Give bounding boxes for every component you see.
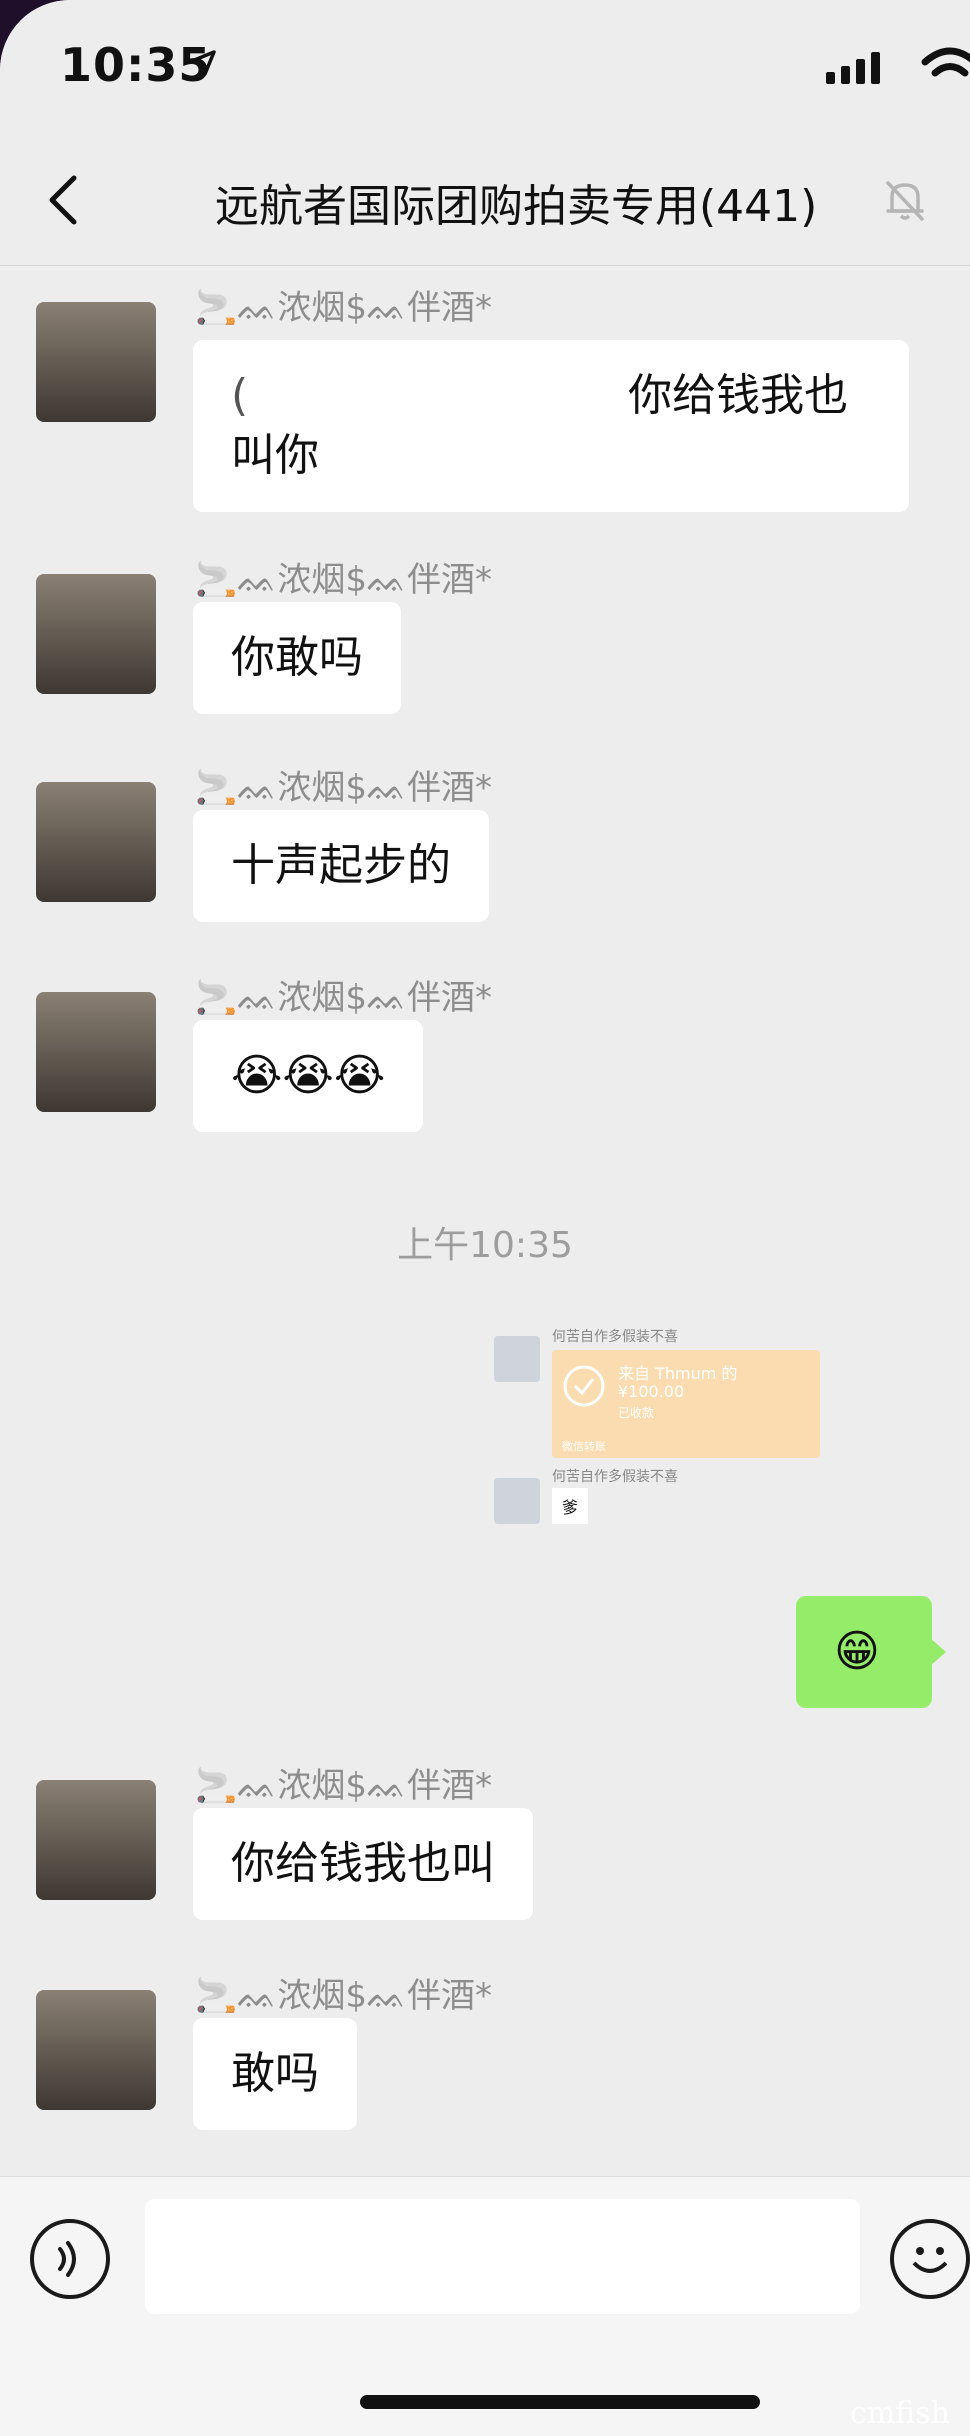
status-bar: 10:35 — [0, 0, 970, 130]
back-button[interactable] — [40, 170, 90, 230]
transfer-footer: 微信转账 — [562, 1440, 606, 1453]
embedded-avatar — [494, 1478, 540, 1524]
emoji-button[interactable] — [890, 2219, 970, 2299]
message-input[interactable] — [145, 2199, 860, 2314]
embedded-sender: 何苦自作多假装不喜 — [552, 1329, 678, 1345]
message-text: 你敢吗 — [231, 632, 363, 683]
message-text: 敢吗 — [231, 2048, 319, 2099]
voice-icon — [58, 2241, 76, 2277]
embedded-transfer-card: 来自 Thmum 的 ¥100.00 已收款 微信转账 — [552, 1350, 820, 1458]
sender-name: 🚬ᨐ浓烟$ᨐ伴酒* — [195, 288, 493, 328]
avatar[interactable] — [36, 574, 156, 694]
cellular-signal-icon — [826, 52, 880, 84]
message-text: 你给钱我也叫 — [231, 1838, 495, 1889]
mute-bell-icon — [886, 181, 924, 221]
transfer-status: 已收款 — [618, 1406, 655, 1420]
voice-input-button[interactable] — [30, 2219, 110, 2299]
home-indicator[interactable] — [360, 2395, 760, 2409]
avatar[interactable] — [36, 992, 156, 1112]
embedded-reply: 爹 — [552, 1488, 589, 1524]
avatar[interactable] — [36, 1780, 156, 1900]
bubble-tail-icon — [930, 1638, 946, 1666]
message-text: 你给钱我也叫你 — [231, 370, 849, 481]
message-bubble[interactable]: 你敢吗 — [193, 602, 401, 714]
sender-name: 🚬ᨐ浓烟$ᨐ伴酒* — [195, 978, 493, 1018]
input-bar: cmfish — [0, 2176, 970, 2436]
message-prefix: ( — [231, 370, 249, 421]
chat-title: 远航者国际团购拍卖专用(441) — [215, 181, 818, 232]
sender-name: 🚬ᨐ浓烟$ᨐ伴酒* — [195, 1766, 493, 1806]
message-list[interactable]: 🚬ᨐ浓烟$ᨐ伴酒* (你给钱我也叫你 🚬ᨐ浓烟$ᨐ伴酒* 你敢吗 🚬ᨐ浓烟$ᨐ伴… — [0, 266, 970, 2176]
message-bubble-self[interactable]: 😁 — [796, 1596, 932, 1708]
message-text: 😭😭😭 — [231, 1050, 386, 1101]
chat-screen: 10:35 远航者国际团购拍卖专用(441) 🚬ᨐ浓烟$ᨐ伴酒* (你给钱我也… — [0, 0, 970, 2436]
smiley-icon — [912, 2247, 948, 2273]
sender-name: 🚬ᨐ浓烟$ᨐ伴酒* — [195, 1976, 493, 2016]
message-bubble[interactable]: 敢吗 — [193, 2018, 357, 2130]
embedded-sender: 何苦自作多假装不喜 — [552, 1469, 678, 1485]
wifi-icon — [921, 47, 970, 77]
shared-screenshot-image[interactable]: 何苦自作多假装不喜 来自 Thmum 的 ¥100.00 已收款 微信转账 何苦… — [490, 1326, 850, 1576]
avatar[interactable] — [36, 1990, 156, 2110]
check-circle-icon — [563, 1365, 605, 1407]
message-text: 😁 — [834, 1626, 880, 1677]
avatar[interactable] — [36, 302, 156, 422]
chat-header: 远航者国际团购拍卖专用(441) — [0, 130, 970, 266]
message-timestamp: 上午10:35 — [397, 1225, 573, 1266]
message-bubble[interactable]: 😭😭😭 — [193, 1020, 424, 1132]
sender-name: 🚬ᨐ浓烟$ᨐ伴酒* — [195, 768, 493, 808]
message-bubble[interactable]: 你给钱我也叫 — [193, 1808, 533, 1920]
watermark: cmfish — [850, 2396, 950, 2431]
location-arrow-icon — [190, 50, 216, 76]
transfer-title: 来自 Thmum 的 — [618, 1364, 738, 1383]
message-text: 十声起步的 — [231, 840, 451, 891]
message-bubble[interactable]: (你给钱我也叫你 — [193, 340, 909, 512]
transfer-amount: ¥100.00 — [618, 1382, 685, 1401]
message-bubble[interactable]: 十声起步的 — [193, 810, 489, 922]
embedded-avatar — [494, 1336, 540, 1382]
sender-name: 🚬ᨐ浓烟$ᨐ伴酒* — [195, 560, 493, 600]
avatar[interactable] — [36, 782, 156, 902]
